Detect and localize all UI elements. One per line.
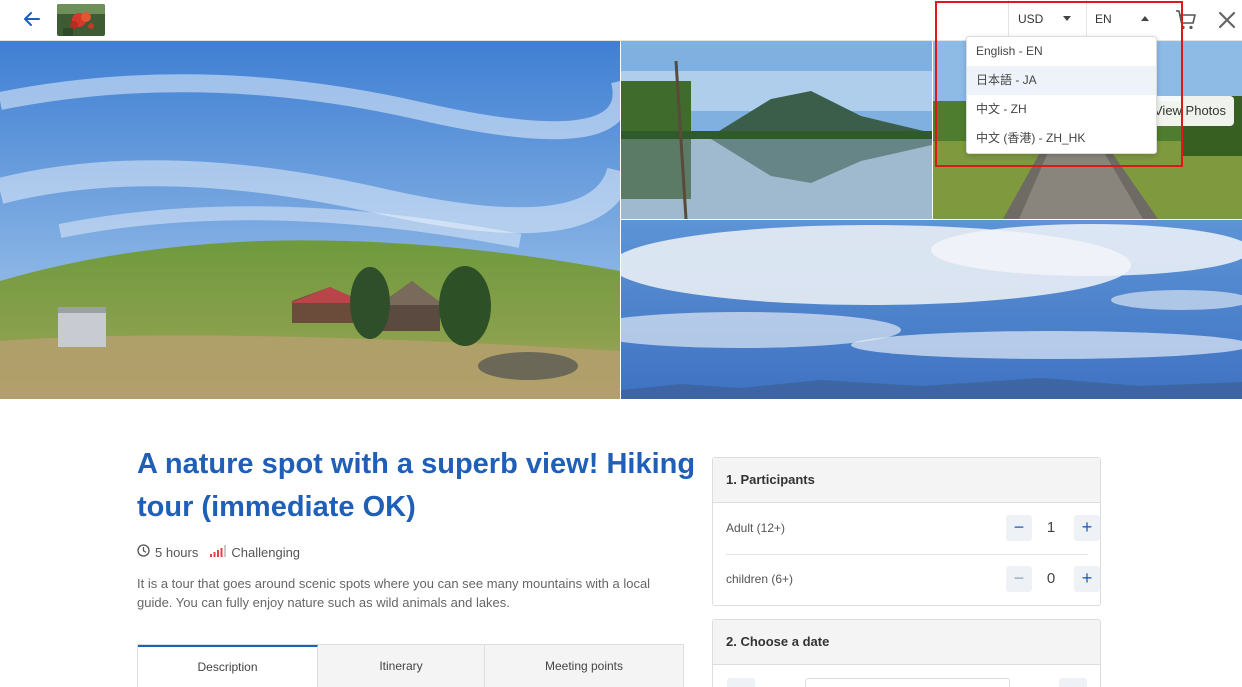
arrow-left-icon (24, 12, 40, 26)
language-option-zh-hk[interactable]: 中文 (香港) - ZH_HK (967, 124, 1156, 153)
gallery-photo-lake[interactable] (621, 41, 932, 219)
difficulty-bars-icon (210, 544, 227, 560)
calendar-prev-button[interactable] (727, 678, 755, 687)
adult-count: 1 (1046, 519, 1056, 536)
clock-icon (137, 544, 150, 560)
caret-down-icon (1063, 16, 1071, 21)
adult-increment-button[interactable]: + (1074, 515, 1100, 541)
children-count: 0 (1046, 570, 1056, 587)
tab-meeting-points[interactable]: Meeting points (485, 645, 683, 687)
tour-description: It is a tour that goes around scenic spo… (137, 576, 651, 610)
children-increment-button[interactable]: + (1074, 566, 1100, 592)
currency-value: USD (1018, 12, 1044, 26)
date-heading: 2. Choose a date (713, 620, 1100, 665)
view-photos-button[interactable]: View Photos (1150, 96, 1234, 126)
tour-difficulty: Challenging (231, 544, 301, 560)
gallery-photo-sky[interactable] (621, 220, 1242, 399)
gallery-photo-main[interactable] (0, 41, 620, 399)
content-tabs: Description Itinerary Meeting points (137, 644, 684, 687)
close-button[interactable] (1216, 9, 1238, 31)
tour-meta: 5 hours Challenging (137, 543, 300, 561)
language-option-zh[interactable]: 中文 - ZH (967, 95, 1156, 124)
participant-label: Adult (12+) (726, 521, 786, 535)
language-select[interactable]: EN (1086, 0, 1158, 37)
children-decrement-button[interactable]: − (1006, 566, 1032, 592)
calendar-month-select[interactable] (805, 678, 1010, 687)
participants-heading: 1. Participants (713, 458, 1100, 503)
tab-description[interactable]: Description (138, 645, 318, 687)
participant-label: children (6+) (726, 572, 794, 586)
date-panel: 2. Choose a date (712, 619, 1101, 687)
language-value: EN (1095, 12, 1112, 26)
participant-row-adult: Adult (12+) − 1 + (726, 504, 1100, 554)
adult-decrement-button[interactable]: − (1006, 515, 1032, 541)
cart-icon (1176, 10, 1196, 30)
language-option-ja[interactable]: 日本語 - JA (967, 66, 1156, 95)
language-dropdown: English - EN 日本語 - JA 中文 - ZH 中文 (香港) - … (966, 36, 1157, 154)
tour-duration: 5 hours (155, 544, 199, 560)
participant-row-children: children (6+) − 0 + (726, 555, 1100, 605)
cart-button[interactable] (1174, 8, 1198, 32)
currency-select[interactable]: USD (1008, 0, 1086, 37)
tour-thumbnail-logo[interactable] (57, 4, 105, 36)
caret-up-icon (1141, 16, 1149, 21)
tab-itinerary[interactable]: Itinerary (318, 645, 485, 687)
participants-panel: 1. Participants Adult (12+) − 1 + childr… (712, 457, 1101, 606)
calendar-next-button[interactable] (1059, 678, 1087, 687)
top-bar: USD EN (0, 0, 1242, 41)
close-icon (1218, 11, 1236, 29)
back-button[interactable] (18, 6, 46, 32)
language-option-en[interactable]: English - EN (967, 37, 1156, 66)
tour-title: A nature spot with a superb view! Hiking… (137, 448, 696, 523)
